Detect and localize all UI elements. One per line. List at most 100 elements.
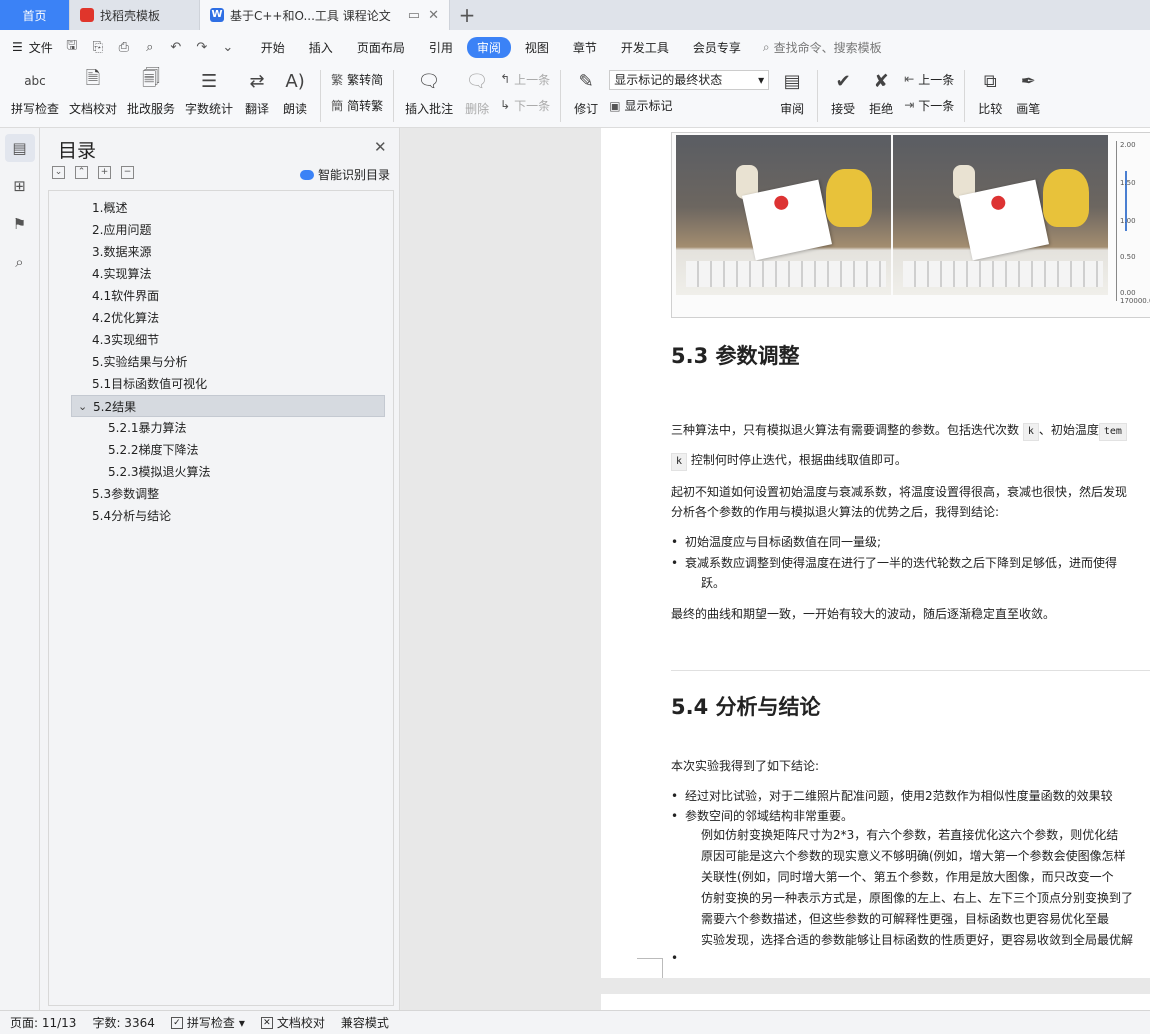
undo-icon[interactable]: ↶	[167, 38, 185, 56]
comment-nav-group: ↰ 上一条 ↳ 下一条	[496, 64, 554, 120]
toc-item[interactable]: 4.3实现细节	[49, 329, 393, 351]
dropdown-arrow-icon: ▾	[758, 72, 765, 87]
customize-icon[interactable]: ⌄	[219, 38, 237, 56]
smart-toc-button[interactable]: 智能识别目录	[300, 166, 390, 183]
next-comment-button[interactable]: ↳ 下一条	[500, 97, 550, 114]
tab-home[interactable]: 首页	[0, 0, 70, 30]
print-icon[interactable]: ⎙	[115, 38, 133, 56]
toc-item-label: 5.4分析与结论	[92, 509, 172, 523]
doc-proof-status[interactable]: ✕ 文档校对	[260, 1014, 325, 1031]
simp-to-trad-button[interactable]: 簡简转繁	[331, 97, 383, 114]
section-nav-icon[interactable]: ⊞	[5, 172, 35, 200]
toc-item[interactable]: 5.2.1暴力算法	[49, 417, 393, 439]
compat-mode: 兼容模式	[340, 1016, 389, 1030]
simp-trad-icon: 簡	[331, 98, 344, 113]
toc-item[interactable]: 5.1目标函数值可视化	[49, 373, 393, 395]
prev-change-button[interactable]: ⇤ 上一条	[904, 71, 954, 88]
command-search[interactable]: ⌕ 查找命令、搜索模板	[763, 39, 882, 56]
menu-member[interactable]: 会员专享	[683, 37, 751, 58]
word-count-button[interactable]: ☰ 字数统计	[180, 64, 238, 124]
expand-all-icon[interactable]: ⌄	[52, 166, 65, 179]
next-change-button[interactable]: ⇥ 下一条	[904, 97, 954, 114]
menu-chapter[interactable]: 章节	[563, 37, 607, 58]
chart-tick: 1.00	[1120, 217, 1136, 225]
toc-item[interactable]: 4.1软件界面	[49, 285, 393, 307]
redo-icon[interactable]: ↷	[193, 38, 211, 56]
delete-comment-button[interactable]: 🗨 删除	[458, 64, 496, 124]
spell-check-status[interactable]: ✓ 拼写检查 ▾	[170, 1014, 245, 1031]
close-icon[interactable]: ✕	[374, 138, 387, 156]
toc-item[interactable]: 2.应用问题	[49, 219, 393, 241]
batch-service-icon: 🗐	[142, 68, 161, 89]
document-canvas[interactable]: 2.00 1.50 1.00 0.50 0.00 170000.0 5.3 参数…	[401, 128, 1150, 1010]
toc-item[interactable]: 3.数据来源	[49, 241, 393, 263]
accept-button[interactable]: ✔ 接受	[824, 64, 862, 124]
toc-item[interactable]: 1.概述	[49, 197, 393, 219]
compare-icon: ⧉	[983, 70, 997, 92]
print-preview-icon[interactable]: ⌕	[141, 38, 159, 56]
list-item-detail: 需要六个参数描述，但这些参数的可解释性更强，目标函数也更容易优化至最	[701, 912, 1110, 926]
toc-item[interactable]: 5.实验结果与分析	[49, 351, 393, 373]
tab-document[interactable]: W 基于C++和O...工具 课程论文 ▭ ✕	[200, 0, 450, 30]
bookmark-icon[interactable]: ⚑	[5, 210, 35, 238]
toc-item[interactable]: 4.2优化算法	[49, 307, 393, 329]
spell-check-button[interactable]: abc 拼写检查	[6, 64, 64, 124]
translate-button[interactable]: ⇄ 翻译	[238, 64, 276, 124]
toc-panel-icon[interactable]: ▤	[4, 134, 35, 162]
file-menu[interactable]: ☰ 文件	[12, 39, 53, 56]
add-heading-icon[interactable]: +	[98, 166, 111, 179]
dropdown-arrow-icon: ▾	[238, 1015, 245, 1030]
toc-item[interactable]: 5.2.2梯度下降法	[49, 439, 393, 461]
trad-to-simp-button[interactable]: 繁繁转简	[331, 71, 383, 88]
show-markup-button[interactable]: ▣ 显示标记	[609, 97, 769, 114]
toc-panel: 目录 ✕ ⌄ ⌃ + − 智能识别目录 1.概述 2.应用问题 3.数据来源 4.实现…	[40, 128, 400, 1010]
batch-service-button[interactable]: 🗐 批改服务	[122, 64, 180, 124]
toc-list-container: 1.概述 2.应用问题 3.数据来源 4.实现算法 4.1软件界面 4.2优化算法 4.3实…	[48, 190, 394, 1006]
export-icon[interactable]: ⎘	[89, 38, 107, 56]
ribbon-divider	[817, 70, 819, 122]
new-tab-button[interactable]: +	[450, 0, 484, 30]
menu-references[interactable]: 引用	[419, 37, 463, 58]
doc-proof-button[interactable]: 🗎 文档校对	[64, 64, 122, 124]
prev-comment-label: 上一条	[514, 72, 551, 87]
word-count-indicator[interactable]: 字数: 3364	[92, 1014, 154, 1031]
menu-insert[interactable]: 插入	[299, 37, 343, 58]
paragraph: 分析各个参数的作用与模拟退火算法的优势之后，我得到结论:	[671, 505, 1000, 519]
markup-state-dropdown[interactable]: 显示标记的最终状态 ▾	[609, 69, 770, 90]
menu-start[interactable]: 开始	[251, 37, 295, 58]
page-indicator[interactable]: 页面: 11/13	[10, 1014, 76, 1031]
chevron-down-icon[interactable]: ⌄	[78, 396, 87, 418]
chart-tick: 0.50	[1120, 253, 1136, 261]
trad-simp-icon: 繁	[331, 72, 344, 87]
compare-button[interactable]: ⧉ 比较	[971, 64, 1009, 124]
toc-item[interactable]: 4.实现算法	[49, 263, 393, 285]
list-item-detail: 原因可能是这六个参数的现实意义不够明确(例如，增大第一个参数会使图像怎样	[701, 849, 1126, 863]
menu-developer[interactable]: 开发工具	[611, 37, 679, 58]
pen-button[interactable]: ✒ 画笔	[1009, 64, 1047, 124]
float-window-icon[interactable]: ▭	[408, 8, 420, 23]
insert-comment-button[interactable]: 🗨 插入批注	[400, 64, 458, 124]
remove-heading-icon[interactable]: −	[121, 166, 134, 179]
tab-template[interactable]: 找稻壳模板	[70, 0, 200, 30]
menu-page-layout[interactable]: 页面布局	[347, 37, 415, 58]
find-icon[interactable]: ⌕	[5, 248, 35, 276]
change-nav-group: ⇤ 上一条 ⇥ 下一条	[900, 64, 958, 120]
reject-button[interactable]: ✘ 拒绝	[862, 64, 900, 124]
toc-item[interactable]: 5.2.3模拟退火算法	[49, 461, 393, 483]
track-changes-button[interactable]: ✎ 修订	[567, 64, 605, 124]
review-pane-button[interactable]: ▤ 审阅	[773, 64, 811, 124]
prev-comment-button[interactable]: ↰ 上一条	[500, 71, 550, 88]
close-tab-icon[interactable]: ✕	[428, 8, 439, 23]
read-aloud-button[interactable]: A) 朗读	[276, 64, 314, 124]
checkbox-icon: ✓	[170, 1016, 183, 1029]
tab-bar: 首页 找稻壳模板 W 基于C++和O...工具 课程论文 ▭ ✕ +	[0, 0, 1150, 30]
collapse-all-icon[interactable]: ⌃	[75, 166, 88, 179]
spell-check-abc: abc	[24, 74, 46, 88]
menu-view[interactable]: 视图	[515, 37, 559, 58]
toc-item[interactable]: 5.4分析与结论	[49, 505, 393, 527]
toc-item[interactable]: ⌄ 5.2结果	[71, 395, 385, 417]
menu-review[interactable]: 审阅	[466, 36, 511, 58]
toc-item[interactable]: 5.3参数调整	[49, 483, 393, 505]
save-icon[interactable]: 🖫	[63, 38, 81, 56]
next-comment-icon: ↳	[500, 98, 511, 112]
